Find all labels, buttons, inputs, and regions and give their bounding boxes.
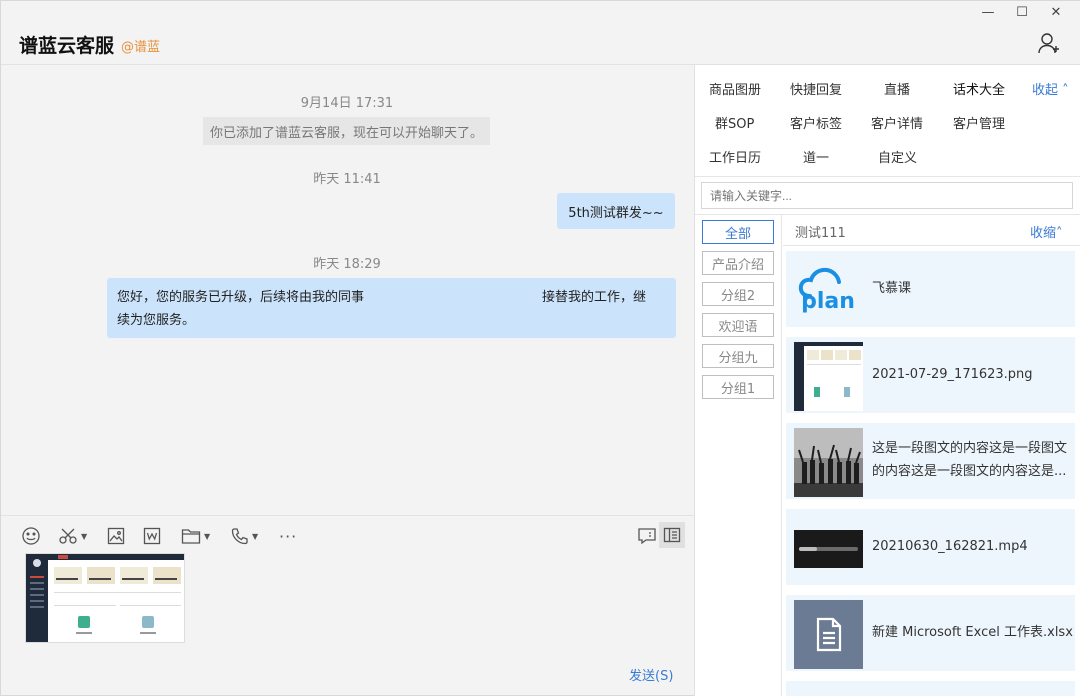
divider: [783, 245, 1080, 246]
message-bubble-received[interactable]: 您好，您的服务已升级，后续将由我的同事 接替我的工作，继 续为您服务。: [107, 278, 676, 338]
window-controls: — ☐ ✕: [971, 1, 1073, 23]
app-window: — ☐ ✕ 谱蓝云客服 @谱蓝 9月14日 17:31 你已添加了谱蓝云客服，现…: [0, 0, 1080, 696]
category-product-intro[interactable]: 产品介绍: [702, 251, 774, 275]
divider: [695, 176, 1080, 177]
category-welcome[interactable]: 欢迎语: [702, 313, 774, 337]
category-group-9[interactable]: 分组九: [702, 344, 774, 368]
plan-logo-icon: plan: [794, 256, 863, 325]
svg-text:plan: plan: [801, 289, 855, 314]
chat-tag: @谱蓝: [121, 40, 161, 55]
category-all[interactable]: 全部: [702, 220, 774, 244]
more-options-icon[interactable]: ···: [279, 525, 297, 547]
tab-group-sop[interactable]: 群SOP: [715, 113, 754, 132]
keyword-search-input[interactable]: [701, 182, 1073, 209]
item-title-line: 的内容这是一段图文的内容这是...: [872, 464, 1067, 479]
video-thumbnail: [794, 514, 863, 583]
tab-work-calendar[interactable]: 工作日历: [709, 147, 761, 166]
folder-icon[interactable]: ▼: [181, 525, 210, 547]
tab-custom[interactable]: 自定义: [878, 147, 917, 166]
image-file-thumbnail: [794, 342, 863, 411]
document-icon: [794, 600, 863, 669]
system-message: 你已添加了谱蓝云客服，现在可以开始聊天了。: [203, 117, 490, 145]
compose-toolbar: ▼ ▼ ▼ ···: [1, 515, 693, 555]
side-panel-toggle-icon[interactable]: [659, 522, 685, 548]
tab-scripts[interactable]: 话术大全: [953, 79, 1005, 98]
script-item[interactable]: 2021-07-29_171623.png: [786, 337, 1075, 413]
attachment-preview[interactable]: [25, 553, 185, 643]
emoji-icon[interactable]: [21, 525, 41, 547]
send-button[interactable]: 发送(S): [629, 665, 673, 684]
image-icon[interactable]: [107, 525, 125, 547]
message-text: 续为您服务。: [117, 313, 196, 328]
script-item[interactable]: 新建 Microsoft Excel 工作表.xlsx: [786, 595, 1075, 671]
message-bubble-sent[interactable]: 5th测试群发~~: [557, 193, 675, 229]
item-title: 20210630_162821.mp4: [872, 539, 1028, 554]
add-member-icon[interactable]: [1037, 31, 1061, 55]
word-doc-icon[interactable]: [143, 525, 161, 547]
message-time: 9月14日 17:31: [300, 96, 394, 111]
tab-quick-reply[interactable]: 快捷回复: [790, 79, 842, 98]
phone-icon[interactable]: ▼: [231, 525, 258, 547]
tab-daoyi[interactable]: 道一: [803, 147, 829, 166]
collapse-tabs-button[interactable]: 收起 ˄: [1032, 79, 1069, 98]
item-title: 新建 Microsoft Excel 工作表.xlsx: [872, 625, 1073, 640]
title-bar: — ☐ ✕ 谱蓝云客服 @谱蓝: [1, 1, 1080, 65]
chat-messages[interactable]: 9月14日 17:31 你已添加了谱蓝云客服，现在可以开始聊天了。 昨天 11:…: [1, 65, 693, 515]
category-group-1[interactable]: 分组1: [702, 375, 774, 399]
close-button[interactable]: ✕: [1039, 1, 1073, 23]
item-title-line: 这是一段图文的内容这是一段图文: [872, 441, 1068, 456]
message-text: 接替我的工作，继: [542, 290, 647, 305]
group-title: 测试111: [795, 226, 846, 241]
right-panel: 商品图册 快捷回复 直播 话术大全 收起 ˄ 群SOP 客户标签 客户详情 客户…: [694, 65, 1080, 696]
tab-live[interactable]: 直播: [884, 79, 910, 98]
category-list: 全部 产品介绍 分组2 欢迎语 分组九 分组1: [695, 215, 782, 696]
tab-product-album[interactable]: 商品图册: [709, 79, 761, 98]
message-text: 您好，您的服务已升级，后续将由我的同事: [117, 290, 365, 305]
message-time: 昨天 11:41: [313, 172, 381, 187]
minimize-button[interactable]: —: [971, 1, 1005, 23]
item-title: 飞慕课: [872, 281, 912, 296]
tab-customer-details[interactable]: 客户详情: [871, 113, 923, 132]
screenshot-icon[interactable]: ▼: [58, 525, 87, 547]
script-item[interactable]: [786, 681, 1075, 696]
group-collapse-button[interactable]: 收缩˄: [1030, 222, 1063, 241]
item-title: 2021-07-29_171623.png: [872, 367, 1033, 382]
tab-customer-tags[interactable]: 客户标签: [790, 113, 842, 132]
tab-customer-management[interactable]: 客户管理: [953, 113, 1005, 132]
script-item[interactable]: plan 飞慕课: [786, 251, 1075, 327]
photo-thumbnail: [794, 428, 863, 497]
category-group-2[interactable]: 分组2: [702, 282, 774, 306]
quick-reply-icon[interactable]: [637, 525, 657, 547]
maximize-button[interactable]: ☐: [1005, 1, 1039, 23]
script-item[interactable]: 20210630_162821.mp4: [786, 509, 1075, 585]
item-title: 这是一段图文的内容这是一段图文 的内容这是一段图文的内容这是...: [872, 437, 1067, 483]
script-item[interactable]: 这是一段图文的内容这是一段图文 的内容这是一段图文的内容这是...: [786, 423, 1075, 499]
chat-title: 谱蓝云客服: [19, 35, 115, 57]
message-time: 昨天 18:29: [313, 257, 381, 272]
